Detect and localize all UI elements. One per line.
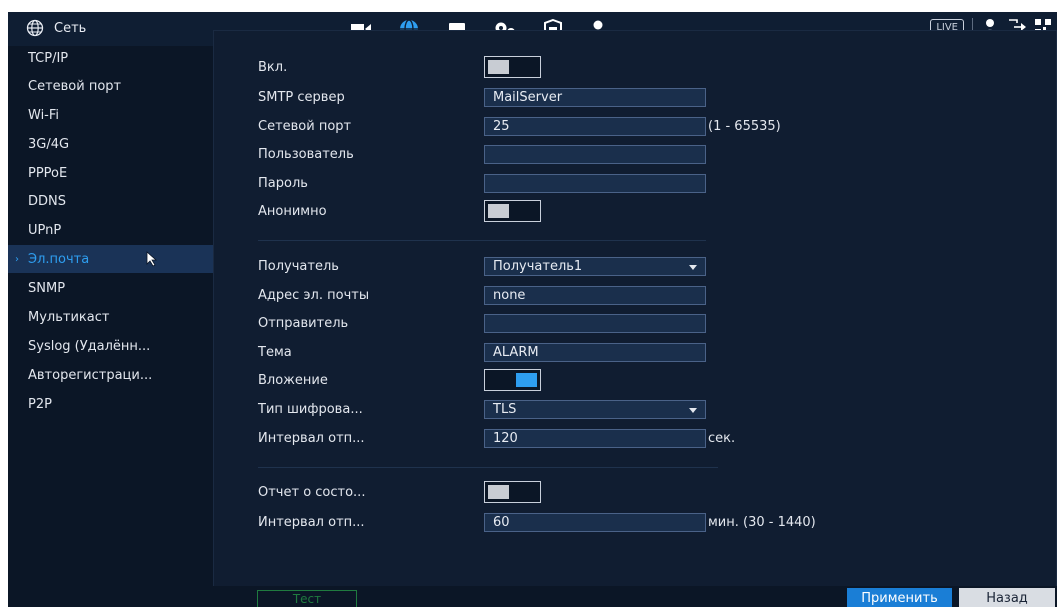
interval-label: Интервал отп... [258,430,365,446]
encryption-select[interactable]: TLS [484,400,706,419]
sidebar-item-label: Эл.почта [28,251,90,267]
toggle-knob [488,204,509,218]
email-settings-panel: Вкл. SMTP сервер MailServer Сетевой порт… [213,30,1057,603]
caret-down-icon [689,408,697,413]
sidebar-item-label: DDNS [28,193,66,209]
enable-label: Вкл. [258,59,288,75]
section-divider [258,240,706,241]
interval-input[interactable]: 120 [484,429,706,448]
apply-button[interactable]: Применить [847,588,952,607]
sidebar-item-multicast[interactable]: Мультикаст [8,303,213,331]
caret-down-icon [689,265,697,270]
smtp-server-input[interactable]: MailServer [484,88,706,107]
sidebar-item-label: TCP/IP [28,50,69,66]
subject-label: Тема [258,344,292,360]
sidebar-item-snmp[interactable]: SNMP [8,274,213,302]
sidebar-item-upnp[interactable]: UPnP [8,216,213,244]
sidebar-item-label: 3G/4G [28,136,70,152]
toggle-knob [488,60,509,74]
sidebar-item-label: Syslog (Удалённ... [28,338,151,354]
anonymous-toggle[interactable] [484,200,541,222]
port-label: Сетевой порт [258,118,352,134]
attachment-label: Вложение [258,372,328,388]
password-label: Пароль [258,175,308,191]
port-range-hint: (1 - 65535) [708,118,781,134]
anonymous-label: Анонимно [258,203,327,219]
sidebar-item-syslog[interactable]: Syslog (Удалённ... [8,332,213,360]
sidebar-item-label: SNMP [28,280,66,296]
report-interval-input[interactable]: 60 [484,513,706,532]
section-divider [258,467,718,468]
recipient-label: Получатель [258,258,339,274]
menu-title: Сеть [26,19,86,37]
email-address-input[interactable]: none [484,286,706,305]
recipient-row: Получатель Получатель1 [258,255,706,277]
network-sidebar: TCP/IP Сетевой порт Wi-Fi 3G/4G PPPoE DD… [8,46,213,607]
encryption-select-value: TLS [493,402,517,417]
bottom-bar: Тест Применить Назад [213,586,1057,607]
email-row: Адрес эл. почты none [258,284,706,306]
port-row: Сетевой порт 25 (1 - 65535) [258,115,781,137]
sender-row: Отправитель [258,312,706,334]
attachment-toggle[interactable] [484,369,541,391]
sidebar-item-label: Мультикаст [28,309,110,325]
test-button[interactable]: Тест [257,590,357,607]
email-label: Адрес эл. почты [258,287,370,303]
subject-input[interactable]: ALARM [484,343,706,362]
port-input[interactable]: 25 [484,117,706,136]
encryption-label: Тип шифрова... [258,401,363,417]
sidebar-item-label: Авторегистраци... [28,367,153,383]
sidebar-item-p2p[interactable]: P2P [8,390,213,418]
report-interval-row: Интервал отп... 60 мин. (30 - 1440) [258,511,816,533]
enable-row: Вкл. [258,56,541,78]
sidebar-item-autoregistration[interactable]: Авторегистраци... [8,361,213,389]
password-input[interactable] [484,174,706,193]
toggle-knob [488,485,509,499]
dvr-screen: Сеть LIVE TCP/IP Сетевой порт Wi-Fi 3G/4… [8,12,1057,607]
sidebar-item-label: UPnP [28,222,62,238]
back-button[interactable]: Назад [959,588,1055,607]
sidebar-item-label: PPPoE [28,165,68,181]
smtp-label: SMTP сервер [258,89,345,105]
sidebar-item-ddns[interactable]: DDNS [8,187,213,215]
report-interval-label: Интервал отп... [258,514,365,530]
sidebar-item-network-port[interactable]: Сетевой порт [8,72,213,100]
sidebar-item-email[interactable]: › Эл.почта [8,245,213,273]
toggle-knob [516,373,537,387]
sidebar-item-label: P2P [28,396,52,412]
sidebar-item-tcpip[interactable]: TCP/IP [8,44,213,72]
page-title: Сеть [54,20,87,36]
report-interval-unit: мин. (30 - 1440) [708,514,816,530]
smtp-row: SMTP сервер MailServer [258,86,706,108]
sidebar-item-pppoe[interactable]: PPPoE [8,159,213,187]
sender-label: Отправитель [258,315,349,331]
interval-unit: сек. [708,430,736,446]
user-label: Пользователь [258,146,354,162]
report-row: Отчет о состо... [258,481,541,503]
enable-toggle[interactable] [484,56,541,78]
password-row: Пароль [258,172,706,194]
encryption-row: Тип шифрова... TLS [258,398,706,420]
sender-input[interactable] [484,314,706,333]
sidebar-item-label: Сетевой порт [28,78,122,94]
recipient-select-value: Получатель1 [493,259,583,274]
report-toggle[interactable] [484,481,541,503]
chevron-right-icon: › [15,253,19,265]
report-label: Отчет о состо... [258,484,366,500]
user-row: Пользователь [258,143,706,165]
recipient-select[interactable]: Получатель1 [484,257,706,276]
sidebar-item-label: Wi-Fi [28,107,60,123]
mouse-cursor-icon [146,251,158,267]
network-globe-icon [26,19,44,37]
anonymous-row: Анонимно [258,200,541,222]
sidebar-item-wifi[interactable]: Wi-Fi [8,101,213,129]
sidebar-item-3g4g[interactable]: 3G/4G [8,130,213,158]
interval-row: Интервал отп... 120 сек. [258,427,735,449]
attachment-row: Вложение [258,369,541,391]
user-input[interactable] [484,145,706,164]
subject-row: Тема ALARM [258,341,706,363]
